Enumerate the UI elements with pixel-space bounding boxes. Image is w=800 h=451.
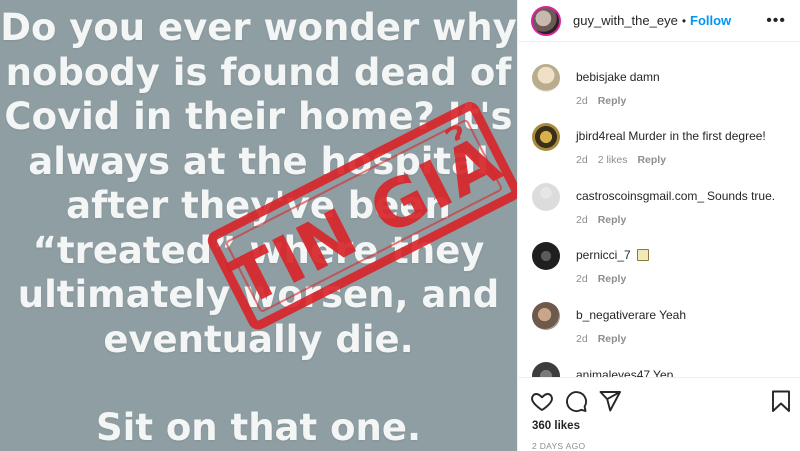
- comment-item: castroscoinsgmail.com_ Sounds true. 2d Rep…: [532, 183, 792, 233]
- comment-username[interactable]: animaleyes47: [576, 368, 650, 377]
- heart-icon[interactable]: [530, 389, 554, 413]
- comment-item: jbird4real Murder in the first degree! 2d…: [532, 123, 792, 173]
- reply-button[interactable]: Reply: [598, 95, 627, 107]
- commenter-avatar[interactable]: [532, 123, 560, 151]
- more-options-icon[interactable]: •••: [766, 12, 786, 30]
- commenter-avatar[interactable]: [532, 64, 560, 92]
- post-text-line: nobody is found dead of: [5, 50, 512, 94]
- comment-item: bebisjake damn 2d Reply: [532, 64, 792, 114]
- commenter-avatar[interactable]: [532, 183, 560, 211]
- share-icon[interactable]: [598, 389, 622, 413]
- comments-list[interactable]: bebisjake damn 2d Reply jbird4real Murder i…: [518, 42, 800, 377]
- comment-username[interactable]: castroscoinsgmail.com_: [576, 189, 704, 203]
- comment-icon[interactable]: [564, 389, 588, 413]
- comment-text: Murder in the first degree!: [628, 129, 766, 143]
- post-sidebar: guy_with_the_eye • Follow ••• bebisjake d…: [517, 0, 800, 451]
- post-image: Do you ever wonder why nobody is found d…: [0, 0, 517, 451]
- reply-button[interactable]: Reply: [598, 273, 627, 285]
- comment-username[interactable]: pernicci_7: [576, 248, 631, 262]
- likes-count[interactable]: 360 likes: [532, 420, 580, 432]
- emoji-icon: [636, 249, 649, 261]
- commenter-avatar[interactable]: [532, 302, 560, 330]
- bookmark-icon[interactable]: [769, 389, 793, 413]
- post-actions: 360 likes 2 DAYS AGO: [518, 377, 800, 451]
- post-text-closing: Sit on that one.: [95, 406, 421, 449]
- comment-time[interactable]: 2d: [576, 95, 588, 107]
- comment-text: damn: [629, 70, 660, 84]
- comment-username[interactable]: b_negativerare: [576, 308, 656, 322]
- author-username[interactable]: guy_with_the_eye: [573, 13, 678, 28]
- post-header: guy_with_the_eye • Follow •••: [518, 0, 800, 42]
- separator-dot: •: [681, 13, 687, 28]
- comment-time[interactable]: 2d: [576, 333, 588, 345]
- comment-text: Sounds true.: [707, 189, 776, 203]
- comment-time[interactable]: 2d: [576, 273, 588, 285]
- follow-button[interactable]: Follow: [690, 13, 731, 28]
- fake-news-stamp: TIN GIẢ: [198, 102, 517, 330]
- comment-item: animaleyes47 Yep: [532, 362, 792, 377]
- comment-username[interactable]: jbird4real: [576, 129, 625, 143]
- reply-button[interactable]: Reply: [598, 214, 627, 226]
- comment-time[interactable]: 2d: [576, 154, 588, 166]
- commenter-avatar[interactable]: [532, 362, 560, 377]
- avatar[interactable]: [531, 5, 561, 36]
- reply-button[interactable]: Reply: [598, 333, 627, 345]
- comment-text: Yep: [653, 368, 674, 377]
- comment-item: pernicci_7 2d Reply: [532, 242, 792, 292]
- comment-text: Yeah: [659, 308, 686, 322]
- post-date[interactable]: 2 DAYS AGO: [532, 441, 585, 451]
- comment-username[interactable]: bebisjake: [576, 70, 627, 84]
- reply-button[interactable]: Reply: [637, 154, 666, 166]
- comment-time[interactable]: 2d: [576, 214, 588, 226]
- commenter-avatar[interactable]: [532, 242, 560, 270]
- comment-likes[interactable]: 2 likes: [598, 154, 628, 166]
- post-text-line: Do you ever wonder why: [0, 6, 517, 49]
- comment-item: b_negativerare Yeah 2d Reply: [532, 302, 792, 352]
